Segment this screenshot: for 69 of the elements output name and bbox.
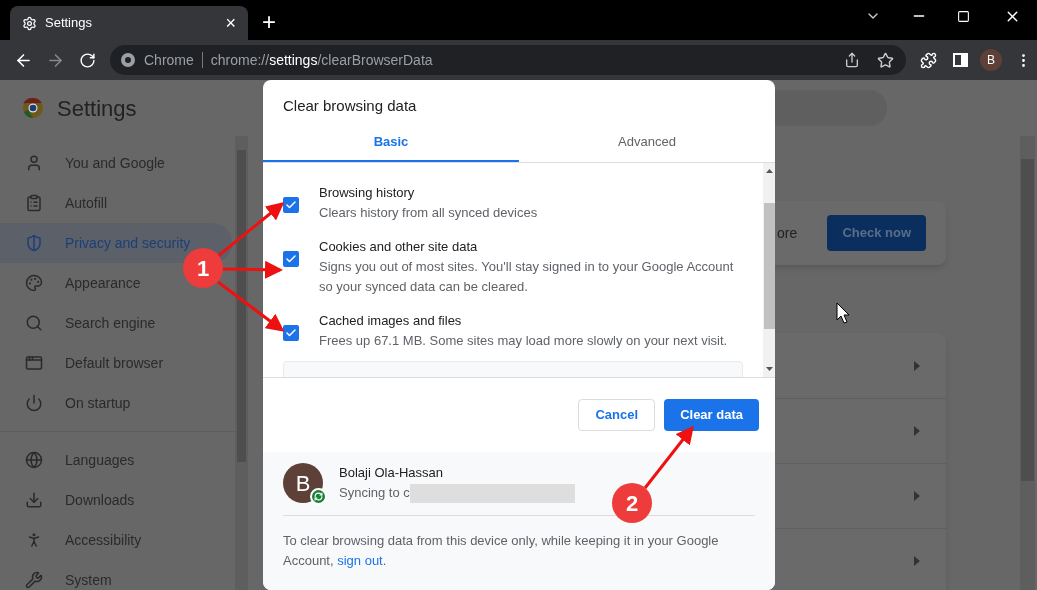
option-title: Cookies and other site data — [319, 238, 479, 256]
checkbox[interactable] — [283, 325, 299, 341]
sidebar-item[interactable]: Languages — [0, 440, 139, 480]
search-icon — [25, 314, 43, 332]
power-icon — [25, 394, 43, 412]
sidebar-item[interactable]: Downloads — [0, 480, 139, 520]
mouse-cursor-icon — [836, 302, 850, 324]
page-title: Settings — [57, 94, 137, 123]
checkbox[interactable] — [283, 251, 299, 267]
option-description: Frees up 67.1 MB. Some sites may load more slowly on your next visit. — [319, 332, 729, 350]
scrollbar[interactable] — [1020, 136, 1035, 590]
shield-icon — [25, 234, 43, 252]
scrollbar[interactable] — [235, 136, 248, 590]
option-description: Signs you out of most sites. You'll stay signed in to your Google Account so your synced data can be cleared. — [319, 258, 735, 296]
scroll-up-icon[interactable] — [765, 169, 773, 173]
scrollbar[interactable] — [763, 163, 775, 377]
sidebar-item[interactable]: Autofill — [0, 183, 112, 223]
share-icon[interactable] — [844, 52, 860, 68]
site-label: Chrome — [144, 50, 194, 70]
side-panel-icon[interactable] — [953, 53, 968, 67]
account-name: Bolaji Ola-Hassan — [339, 464, 445, 482]
address-bar[interactable]: Chrome chrome://settings/clearBrowserData — [110, 45, 906, 75]
sidebar-item[interactable]: Search engine — [0, 303, 160, 343]
sidebar-item[interactable]: Accessibility — [0, 520, 146, 560]
url-text: chrome://settings/clearBrowserData — [210, 50, 433, 70]
tab-title: Settings — [45, 14, 93, 33]
sync-status: Syncing to c — [339, 484, 410, 502]
profile-avatar[interactable]: B — [980, 49, 1002, 71]
check-icon — [285, 253, 297, 265]
cancel-button[interactable]: Cancel — [578, 399, 656, 431]
sign-out-note: To clear browsing data from this device only, while keeping it in your Google Account, sign out. — [283, 532, 720, 570]
new-tab-button[interactable]: + — [262, 10, 276, 34]
globe-icon — [25, 451, 43, 469]
settings-icon — [22, 15, 37, 31]
option-title: Cached images and files — [319, 312, 463, 330]
chrome-logo-icon — [22, 97, 44, 119]
sidebar-item[interactable]: You and Google — [0, 143, 169, 183]
dialog-tab[interactable]: Advanced — [519, 132, 775, 162]
card-text: ore — [777, 223, 798, 243]
sidebar-item[interactable]: On startup — [0, 383, 135, 423]
download-icon — [25, 491, 43, 509]
clipboard-icon — [25, 194, 43, 212]
palette-icon — [25, 274, 43, 292]
dialog-title: Clear browsing data — [282, 95, 418, 116]
person-icon — [25, 154, 43, 172]
scroll-down-icon[interactable] — [765, 367, 773, 371]
checkbox[interactable] — [283, 197, 299, 213]
check-icon — [285, 327, 297, 339]
sidebar-item[interactable]: Default browser — [0, 343, 168, 383]
dialog-tab[interactable]: Basic — [263, 132, 519, 162]
browser-window-icon — [25, 354, 43, 372]
check-now-button[interactable]: Check now — [827, 215, 926, 251]
clear-data-button[interactable]: Clear data — [664, 399, 759, 431]
sync-badge-icon — [310, 488, 327, 505]
sidebar-item[interactable]: System — [0, 560, 116, 590]
extensions-icon[interactable] — [920, 51, 937, 69]
browser-tab[interactable]: Settings × — [10, 6, 248, 40]
option-description: Clears history from all synced devices — [319, 204, 539, 222]
sidebar-item[interactable]: Appearance — [0, 263, 145, 303]
sign-out-link[interactable]: sign out — [337, 553, 383, 568]
chrome-logo-icon — [120, 52, 136, 68]
wrench-icon — [25, 571, 43, 589]
reload-icon[interactable] — [79, 51, 96, 69]
maximize-icon[interactable] — [957, 9, 970, 23]
tab-close-button[interactable]: × — [225, 14, 236, 32]
option-title: Browsing history — [319, 184, 416, 202]
bookmark-star-icon[interactable] — [877, 51, 894, 69]
annotation-arrow — [643, 425, 694, 489]
check-icon — [285, 199, 297, 211]
